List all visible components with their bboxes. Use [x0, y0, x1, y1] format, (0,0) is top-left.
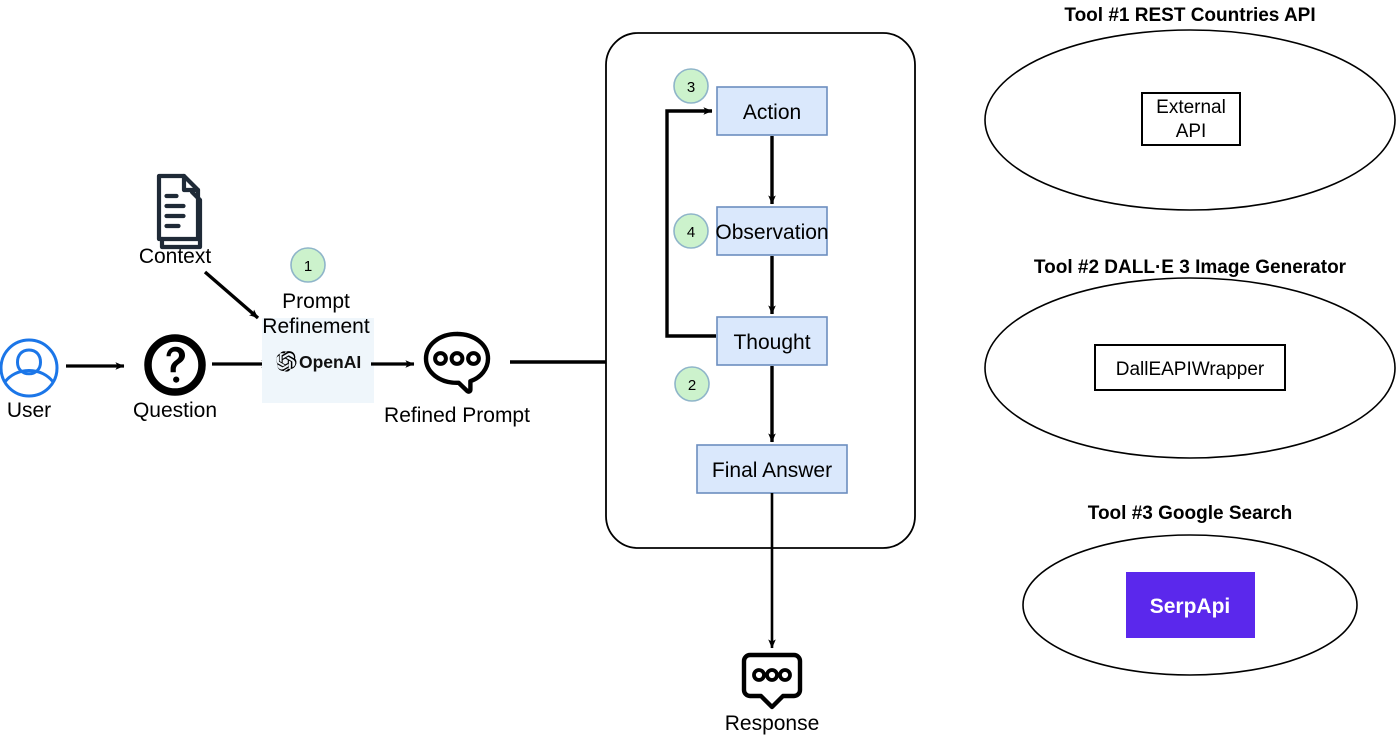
- tool-1-inner-line-2: API: [1176, 121, 1207, 142]
- response-label: Response: [725, 712, 820, 735]
- user-node: User: [0, 338, 59, 422]
- node-action[interactable]: Action: [716, 86, 828, 136]
- workflow-diagram-svg: User Question Context OpenAI Prompt Refi…: [0, 5, 1396, 735]
- node-thought[interactable]: Thought: [716, 316, 828, 366]
- tool-1[interactable]: Tool #1 REST Countries API External API: [984, 5, 1396, 211]
- step-badge-2: 2: [674, 366, 710, 402]
- prompt-refinement-title-line2: Refinement: [262, 315, 370, 338]
- node-thought-label: Thought: [733, 331, 810, 354]
- question-node: Question: [133, 334, 217, 422]
- tool-1-inner-line-1: External: [1156, 97, 1226, 118]
- tool-2[interactable]: Tool #2 DALL·E 3 Image Generator DallEAP…: [984, 257, 1396, 459]
- step-badge-1-label: 1: [304, 258, 312, 275]
- node-final-answer-label: Final Answer: [712, 459, 832, 482]
- node-observation-label: Observation: [715, 221, 828, 244]
- openai-label: OpenAI: [299, 352, 361, 372]
- tool-2-heading: Tool #2 DALL·E 3 Image Generator: [1034, 257, 1347, 278]
- diagram-canvas: User Question Context OpenAI Prompt Refi…: [0, 0, 1400, 737]
- question-mark-circle-icon: [144, 334, 206, 396]
- prompt-refinement-title-line1: Prompt: [282, 290, 350, 313]
- user-avatar-icon: [0, 338, 59, 398]
- step-badge-4: 4: [673, 213, 709, 249]
- question-label: Question: [133, 399, 217, 422]
- refined-prompt-node: Refined Prompt: [384, 331, 530, 427]
- speech-bubble-dots-square-icon: [741, 652, 803, 710]
- node-action-label: Action: [743, 101, 801, 124]
- context-label: Context: [139, 245, 212, 268]
- step-badge-4-label: 4: [687, 224, 695, 241]
- arrow-context-to-refinement: [203, 270, 260, 320]
- tool-3-heading: Tool #3 Google Search: [1088, 503, 1292, 524]
- user-label: User: [7, 399, 51, 422]
- refined-prompt-label: Refined Prompt: [384, 404, 530, 427]
- context-node: Context: [139, 173, 212, 268]
- tool-3[interactable]: Tool #3 Google Search SerpApi: [1022, 503, 1358, 676]
- tool-2-inner-line-1: DallEAPIWrapper: [1116, 359, 1265, 380]
- document-pages-icon: [156, 173, 203, 250]
- tool-3-inner-line-1: SerpApi: [1150, 595, 1231, 618]
- speech-bubble-dots-icon: [423, 331, 491, 394]
- tool-1-heading: Tool #1 REST Countries API: [1064, 5, 1315, 26]
- response-node: Response: [725, 652, 820, 735]
- step-badge-3: 3: [673, 68, 709, 104]
- step-badge-2-label: 2: [688, 377, 696, 394]
- step-badge-3-label: 3: [687, 79, 695, 96]
- node-final-answer[interactable]: Final Answer: [696, 444, 848, 494]
- node-observation[interactable]: Observation: [715, 206, 829, 256]
- step-badge-1: 1: [290, 247, 326, 283]
